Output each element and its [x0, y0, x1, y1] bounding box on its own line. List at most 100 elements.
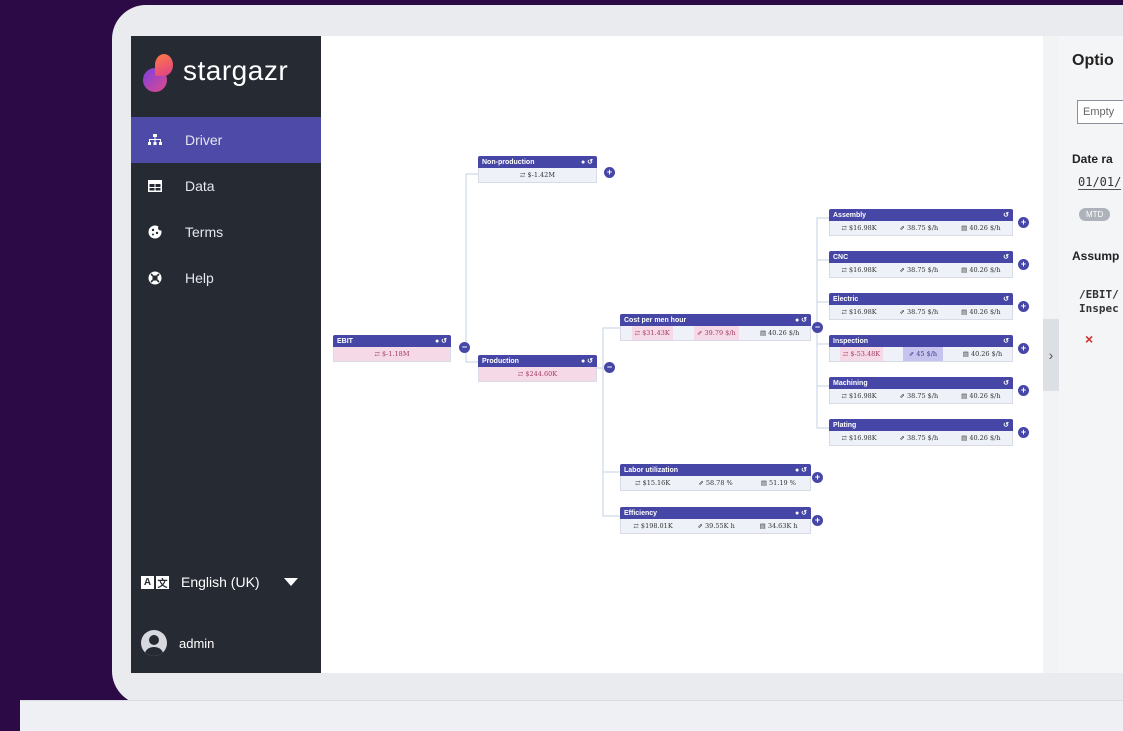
collapse-icon[interactable]: −: [812, 322, 823, 333]
language-label: English (UK): [181, 574, 260, 590]
expand-icon[interactable]: +: [1018, 301, 1029, 312]
node-title: Non-production: [482, 158, 535, 166]
sidebar-item-label: Data: [185, 178, 215, 194]
driver-tree-canvas[interactable]: EBIT ● ↺ ⇄ $-1.18M − Non-production ● ↺ ⇄ …: [321, 36, 1043, 673]
lifebuoy-icon: [147, 270, 163, 286]
panel-title: Optio: [1072, 52, 1114, 69]
sidebar-item-label: Driver: [185, 132, 223, 148]
info-history-icon[interactable]: ● ↺: [795, 316, 807, 324]
date-range-input[interactable]: 01/01/: [1078, 175, 1122, 190]
cookie-icon: [147, 224, 163, 240]
node-value-plan: ▤ 40.26 $/h: [961, 308, 1001, 316]
assumption-path: /EBIT/ Inspec: [1079, 288, 1119, 316]
collapse-icon[interactable]: −: [604, 362, 615, 373]
panel-divider: ›: [1043, 36, 1059, 673]
node-value-actual[interactable]: ⇗ 45 $/h: [902, 347, 944, 361]
node-value-actual: ⇗ 58.78 %: [698, 479, 733, 487]
node-value-delta: ⇄ $16.98K: [841, 392, 877, 400]
scenario-select[interactable]: Empty: [1077, 100, 1123, 124]
expand-icon[interactable]: +: [1018, 343, 1029, 354]
node-value-plan: ▤ 34.63K h: [759, 522, 798, 530]
node-ebit[interactable]: EBIT ● ↺ ⇄ $-1.18M: [333, 335, 451, 362]
sidebar-item-terms[interactable]: Terms: [131, 209, 321, 255]
info-history-icon[interactable]: ● ↺: [581, 357, 593, 365]
node-value-plan: ▤ 40.26 $/h: [961, 434, 1001, 442]
node-assembly[interactable]: Assembly ↺ ⇄ $16.98K ⇗ 38.75 $/h ▤ 40.26 …: [829, 209, 1013, 236]
node-value-actual: ⇗ 38.75 $/h: [899, 308, 939, 316]
expand-icon[interactable]: +: [1018, 217, 1029, 228]
node-value: ⇄ $244.60K: [517, 370, 558, 378]
node-value-delta: ⇄ $31.43K: [631, 326, 673, 340]
node-machining[interactable]: Machining ↺ ⇄ $16.98K ⇗ 38.75 $/h ▤ 40.26…: [829, 377, 1013, 404]
avatar: [141, 630, 167, 656]
node-title: Cost per men hour: [624, 316, 687, 324]
node-value-delta: ⇄ $198.01K: [633, 522, 673, 530]
sidebar-item-driver[interactable]: Driver: [131, 117, 321, 163]
history-icon[interactable]: ↺: [1003, 379, 1009, 387]
sidebar-nav: Driver Data Terms Help: [131, 117, 321, 301]
node-value-delta: ⇄ $15.16K: [635, 479, 671, 487]
node-value-plan: ▤ 40.26 $/h: [961, 224, 1001, 232]
language-selector[interactable]: A文 English (UK): [141, 574, 298, 590]
assumptions-label: Assump: [1072, 249, 1120, 263]
history-icon[interactable]: ↺: [1003, 295, 1009, 303]
app-screen: stargazr Driver Data Terms Help A 文 Engl…: [131, 36, 1123, 673]
node-value-delta: ⇄ $16.98K: [841, 266, 877, 274]
node-inspection[interactable]: Inspection ↺ ⇄ $-53.48K ⇗ 45 $/h ▤ 40.26 …: [829, 335, 1013, 362]
node-non-production[interactable]: Non-production ● ↺ ⇄ $-1.42M: [478, 156, 597, 183]
node-title: Production: [482, 357, 519, 365]
node-title: Inspection: [833, 337, 869, 345]
node-value-plan: ▤ 40.26 $/h: [961, 266, 1001, 274]
node-title: Assembly: [833, 211, 867, 219]
node-cnc[interactable]: CNC ↺ ⇄ $16.98K ⇗ 38.75 $/h ▤ 40.26 $/h: [829, 251, 1013, 278]
assumption-path-line: /EBIT/: [1079, 288, 1119, 301]
node-title: Machining: [833, 379, 868, 387]
node-production[interactable]: Production ● ↺ ⇄ $244.60K: [478, 355, 597, 382]
node-electric[interactable]: Electric ↺ ⇄ $16.98K ⇗ 38.75 $/h ▤ 40.26 …: [829, 293, 1013, 320]
history-icon[interactable]: ↺: [1003, 337, 1009, 345]
assumption-path-line: Inspec: [1079, 302, 1119, 315]
info-history-icon[interactable]: ● ↺: [581, 158, 593, 166]
node-labor-utilization[interactable]: Labor utilization ● ↺ ⇄ $15.16K ⇗ 58.78 %…: [620, 464, 811, 491]
logo-text: stargazr: [183, 55, 289, 86]
sidebar-item-data[interactable]: Data: [131, 163, 321, 209]
remove-assumption-icon[interactable]: ×: [1085, 331, 1093, 347]
sidebar-item-label: Help: [185, 270, 214, 286]
expand-icon[interactable]: +: [604, 167, 615, 178]
sidebar-item-help[interactable]: Help: [131, 255, 321, 301]
sidebar: stargazr Driver Data Terms Help A 文 Engl…: [131, 36, 321, 673]
expand-icon[interactable]: +: [1018, 427, 1029, 438]
node-value-actual: ⇗ 38.75 $/h: [899, 392, 939, 400]
user-menu[interactable]: admin: [141, 630, 214, 656]
node-value-actual: ⇗ 38.75 $/h: [899, 434, 939, 442]
collapse-icon[interactable]: −: [459, 342, 470, 353]
panel-toggle-button[interactable]: ›: [1043, 319, 1059, 391]
node-value-delta: ⇄ $16.98K: [841, 224, 877, 232]
node-value-plan: ▤ 40.26 $/h: [961, 392, 1001, 400]
logo-icon: [141, 50, 177, 92]
user-name: admin: [179, 635, 215, 651]
node-plating[interactable]: Plating ↺ ⇄ $16.98K ⇗ 38.75 $/h ▤ 40.26 $…: [829, 419, 1013, 446]
history-icon[interactable]: ↺: [1003, 211, 1009, 219]
hierarchy-icon: [147, 132, 163, 148]
expand-icon[interactable]: +: [1018, 385, 1029, 396]
node-value-actual: ⇗ 39.79 $/h: [694, 326, 739, 340]
translate-icon: A文: [141, 575, 171, 590]
expand-icon[interactable]: +: [812, 472, 823, 483]
info-history-icon[interactable]: ● ↺: [795, 466, 807, 474]
node-title: EBIT: [337, 337, 353, 345]
table-icon: [147, 178, 163, 194]
expand-icon[interactable]: +: [1018, 259, 1029, 270]
node-efficiency[interactable]: Efficiency ● ↺ ⇄ $198.01K ⇗ 39.55K h ▤ 34…: [620, 507, 811, 534]
node-value: ⇄ $-1.18M: [374, 350, 410, 358]
node-title: Plating: [833, 421, 857, 429]
info-history-icon[interactable]: ● ↺: [795, 509, 807, 517]
history-icon[interactable]: ↺: [1003, 253, 1009, 261]
node-title: CNC: [833, 253, 849, 261]
history-icon[interactable]: ↺: [1003, 421, 1009, 429]
expand-icon[interactable]: +: [812, 515, 823, 526]
mtd-chip[interactable]: MTD: [1079, 208, 1111, 221]
node-cost-per-men-hour[interactable]: Cost per men hour ● ↺ ⇄ $31.43K ⇗ 39.79 $…: [620, 314, 811, 341]
node-title: Efficiency: [624, 509, 658, 517]
info-history-icon[interactable]: ● ↺: [435, 337, 447, 345]
